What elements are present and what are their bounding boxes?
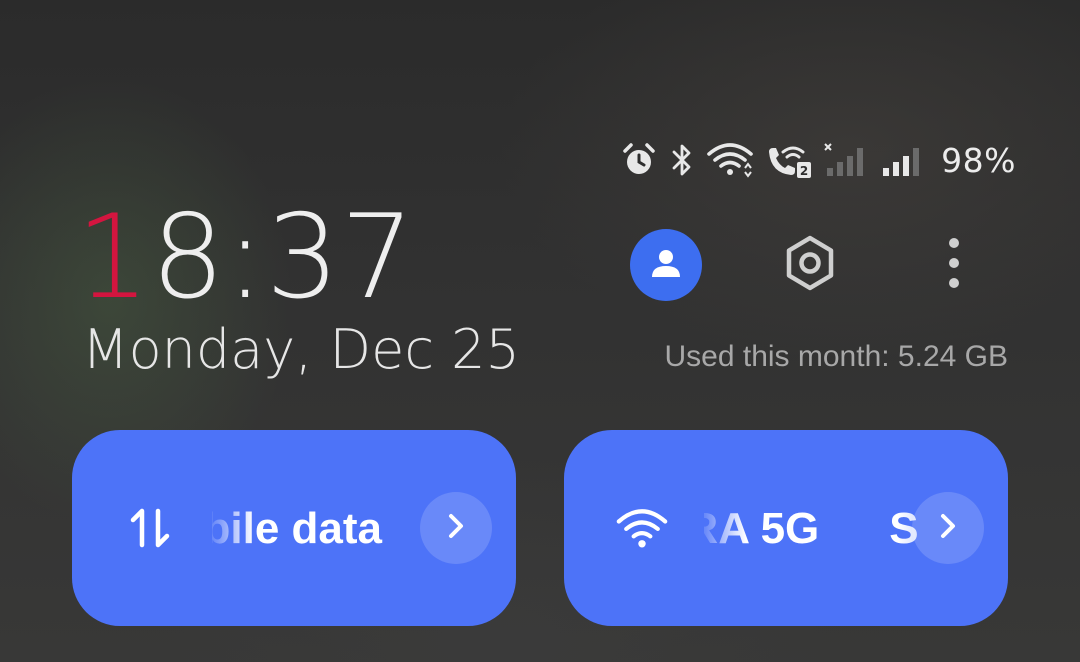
alarm-icon (621, 142, 657, 178)
wifi-tile[interactable]: CLARA 5GS (564, 430, 1008, 626)
settings-icon (781, 234, 839, 296)
sim1-signal-icon (823, 142, 869, 178)
mobile-data-tile[interactable]: Mobile data (72, 430, 516, 626)
more-vertical-icon (947, 236, 961, 294)
date[interactable]: Monday, Dec 25 (82, 318, 520, 381)
more-options-button[interactable] (930, 233, 978, 297)
clock-time-rest: 8:37 (150, 190, 416, 325)
wifi-network-label: CLARA 5GS (704, 504, 919, 553)
data-usage-summary: Used this month: 5.24 GB (664, 340, 1008, 373)
clock-hour-first-digit: 1 (76, 190, 151, 325)
bluetooth-icon (669, 142, 695, 178)
settings-button[interactable] (778, 233, 842, 297)
mobile-data-details-button[interactable] (420, 492, 492, 564)
user-account-button[interactable] (630, 229, 702, 301)
data-arrows-icon (124, 502, 176, 554)
chevron-right-icon (445, 512, 467, 544)
status-bar: 2 98% (621, 138, 1016, 182)
wifi-details-button[interactable] (912, 492, 984, 564)
svg-text:2: 2 (800, 164, 808, 178)
wifi-icon (616, 502, 668, 554)
user-icon (649, 246, 683, 284)
mobile-data-label: Mobile data (212, 504, 383, 553)
wifi-calling-icon: 2 (765, 142, 812, 178)
battery-percentage: 98% (941, 140, 1016, 180)
header-actions (630, 229, 990, 301)
chevron-right-icon (937, 512, 959, 544)
wifi-icon (707, 142, 753, 178)
sim2-signal-icon (881, 142, 925, 178)
clock[interactable]: 18:37 (76, 200, 415, 316)
